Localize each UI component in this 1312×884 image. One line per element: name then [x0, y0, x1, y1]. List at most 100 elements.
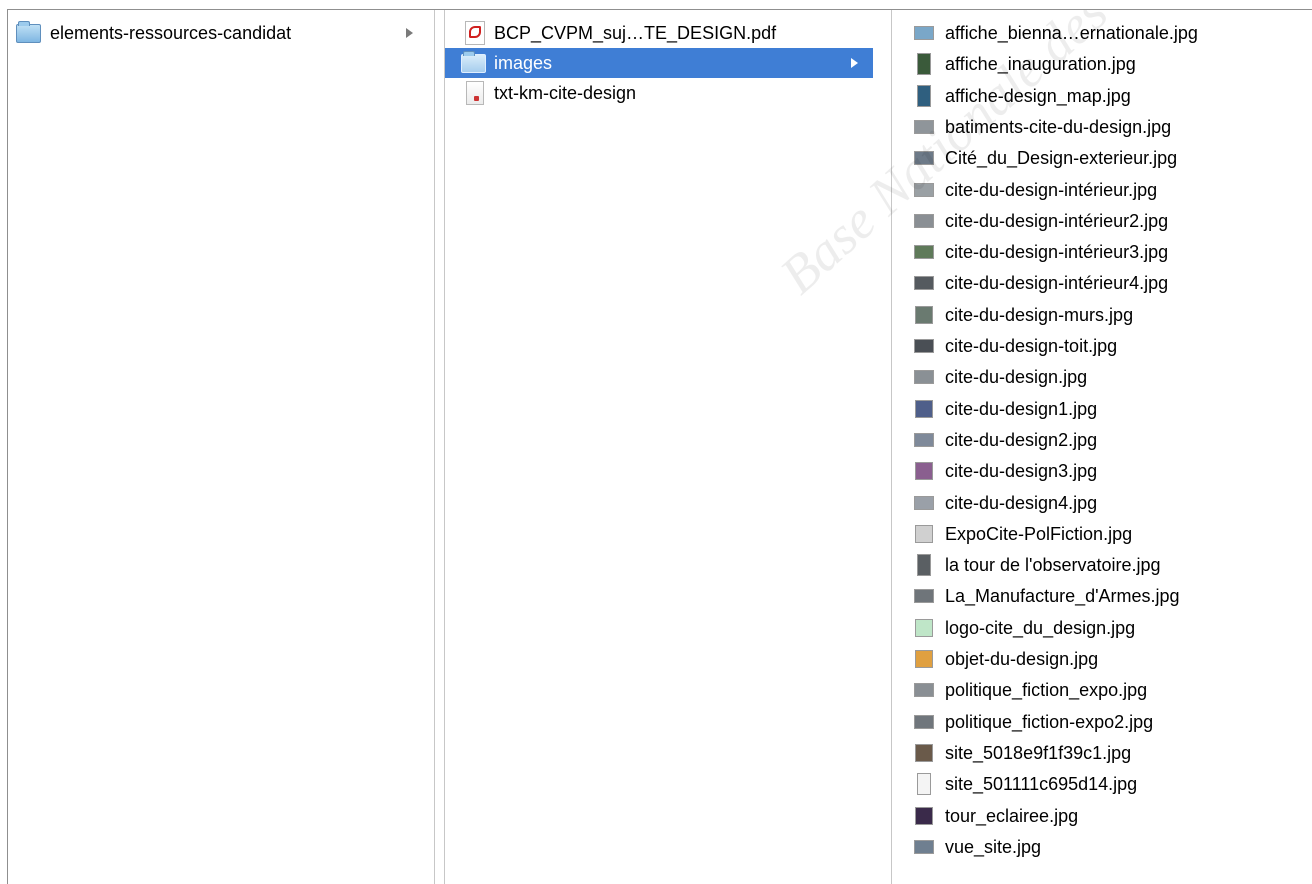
image-thumbnail-icon: [915, 305, 933, 324]
image-file-row[interactable]: affiche-design_map.jpg: [892, 81, 1312, 111]
image-thumbnail-icon: [915, 524, 933, 543]
file-row-pdf[interactable]: BCP_CVPM_suj…TE_DESIGN.pdf: [445, 18, 873, 48]
image-file-row[interactable]: politique_fiction_expo.jpg: [892, 675, 1312, 705]
row-label: cite-du-design-toit.jpg: [945, 336, 1118, 356]
row-label: BCP_CVPM_suj…TE_DESIGN.pdf: [494, 23, 777, 43]
row-label: vue_site.jpg: [945, 836, 1042, 857]
image-thumbnail-icon: [914, 839, 934, 854]
image-file-row[interactable]: site_501111c695d14.jpg: [892, 769, 1312, 799]
image-file-row[interactable]: politique_fiction-expo2.jpg: [892, 707, 1312, 737]
file-row-txt-km-cite-design[interactable]: txt-km-cite-design: [445, 78, 873, 108]
row-label: La_Manufacture_d'Armes.jpg: [945, 586, 1180, 607]
image-thumbnail-icon: [914, 182, 934, 197]
row-label: ExpoCite-PolFiction.jpg: [945, 523, 1133, 544]
image-file-row[interactable]: site_5018e9f1f39c1.jpg: [892, 738, 1312, 768]
row-label: objet-du-design.jpg: [945, 649, 1099, 669]
row-label: cite-du-design3.jpg: [945, 461, 1098, 482]
row-label: images: [494, 53, 553, 73]
column-3[interactable]: affiche_bienna…ernationale.jpg affiche_in…: [891, 10, 1312, 884]
pdf-file-icon: [465, 21, 485, 45]
image-thumbnail-icon: [914, 495, 934, 510]
column-1[interactable]: elements-ressources-candidat: [8, 10, 435, 884]
image-thumbnail-icon: [914, 714, 934, 729]
row-label: la tour de l'observatoire.jpg: [945, 555, 1161, 576]
image-thumbnail-icon: [915, 650, 933, 668]
image-file-row[interactable]: vue_site.jpg: [892, 832, 1312, 862]
row-label: cite-du-design-intérieur3.jpg: [945, 242, 1169, 263]
row-label: cite-du-design2.jpg: [945, 429, 1098, 450]
image-thumbnail-icon: [914, 213, 934, 228]
column-divider[interactable]: [435, 10, 444, 884]
image-thumbnail-icon: [914, 276, 934, 291]
row-label: cite-du-design-intérieur2.jpg: [945, 210, 1169, 231]
row-label: affiche_inauguration.jpg: [945, 54, 1136, 75]
image-file-row[interactable]: cite-du-design-intérieur4.jpg: [892, 268, 1312, 298]
image-thumbnail-icon: [914, 432, 934, 447]
image-thumbnail-icon: [917, 554, 931, 577]
folder-icon: [16, 21, 41, 43]
image-file-row[interactable]: ExpoCite-PolFiction.jpg: [892, 519, 1312, 549]
row-label: tour_eclairee.jpg: [945, 805, 1079, 826]
image-thumbnail-icon: [915, 618, 933, 637]
image-file-row[interactable]: cite-du-design1.jpg: [892, 394, 1312, 424]
row-label: cite-du-design.jpg: [945, 367, 1088, 388]
text-document-icon: [466, 81, 484, 105]
folder-row-elements-ressources-candidat[interactable]: elements-ressources-candidat: [8, 18, 434, 48]
folder-icon: [461, 51, 486, 73]
image-file-row[interactable]: tour_eclairee.jpg: [892, 801, 1312, 831]
image-thumbnail-icon: [914, 119, 934, 134]
row-label: politique_fiction-expo2.jpg: [945, 711, 1154, 732]
image-thumbnail-icon: [915, 743, 933, 762]
row-label: cite-du-design-intérieur4.jpg: [945, 273, 1169, 294]
image-file-row[interactable]: cite-du-design-intérieur.jpg: [892, 175, 1312, 205]
image-file-row[interactable]: affiche_bienna…ernationale.jpg: [892, 18, 1312, 48]
image-file-row[interactable]: cite-du-design2.jpg: [892, 425, 1312, 455]
image-thumbnail-icon: [914, 151, 934, 166]
image-thumbnail-icon: [914, 370, 934, 385]
image-thumbnail-icon: [914, 339, 934, 353]
image-file-row[interactable]: objet-du-design.jpg: [892, 644, 1312, 674]
image-file-row[interactable]: cite-du-design3.jpg: [892, 456, 1312, 486]
window-top-strip: [0, 0, 1312, 8]
row-label: cite-du-design-intérieur.jpg: [945, 179, 1158, 200]
row-label: site_5018e9f1f39c1.jpg: [945, 742, 1132, 763]
image-thumbnail-icon: [915, 462, 933, 481]
image-file-row[interactable]: batiments-cite-du-design.jpg: [892, 112, 1312, 142]
row-label: affiche-design_map.jpg: [945, 85, 1131, 106]
image-thumbnail-icon: [915, 806, 933, 825]
image-thumbnail-icon: [914, 683, 934, 698]
image-thumbnail-icon: [917, 84, 931, 107]
image-file-row[interactable]: cite-du-design-intérieur2.jpg: [892, 206, 1312, 236]
image-file-row[interactable]: cite-du-design.jpg: [892, 362, 1312, 392]
row-label: elements-ressources-candidat: [50, 23, 292, 43]
image-file-row[interactable]: logo-cite_du_design.jpg: [892, 613, 1312, 643]
image-thumbnail-icon: [914, 26, 934, 40]
disclosure-arrow-icon: [406, 28, 413, 38]
row-label: txt-km-cite-design: [494, 83, 637, 103]
row-label: site_501111c695d14.jpg: [945, 774, 1138, 795]
image-file-row[interactable]: affiche_inauguration.jpg: [892, 49, 1312, 79]
row-label: politique_fiction_expo.jpg: [945, 680, 1148, 701]
folder-row-images[interactable]: images: [445, 48, 873, 78]
column-2[interactable]: BCP_CVPM_suj…TE_DESIGN.pdf images txt-km…: [444, 10, 874, 884]
column-browser: elements-ressources-candidat BCP_CVPM_su…: [7, 9, 1312, 884]
image-thumbnail-icon: [917, 773, 931, 796]
image-file-row[interactable]: cite-du-design-intérieur3.jpg: [892, 237, 1312, 267]
row-label: cite-du-design4.jpg: [945, 492, 1098, 513]
column-divider[interactable]: [873, 10, 891, 884]
image-thumbnail-icon: [915, 399, 933, 418]
row-label: affiche_bienna…ernationale.jpg: [945, 23, 1198, 43]
disclosure-arrow-icon: [851, 58, 858, 68]
image-thumbnail-icon: [914, 589, 934, 604]
row-label: cite-du-design1.jpg: [945, 398, 1098, 419]
row-label: logo-cite_du_design.jpg: [945, 617, 1136, 638]
row-label: batiments-cite-du-design.jpg: [945, 116, 1172, 137]
image-file-row[interactable]: la tour de l'observatoire.jpg: [892, 550, 1312, 580]
image-file-row[interactable]: cite-du-design4.jpg: [892, 488, 1312, 518]
image-file-row[interactable]: cite-du-design-murs.jpg: [892, 300, 1312, 330]
image-file-row[interactable]: La_Manufacture_d'Armes.jpg: [892, 581, 1312, 611]
row-label: Cité_du_Design-exterieur.jpg: [945, 148, 1178, 169]
image-file-row[interactable]: Cité_du_Design-exterieur.jpg: [892, 143, 1312, 173]
image-file-row[interactable]: cite-du-design-toit.jpg: [892, 331, 1312, 361]
image-thumbnail-icon: [917, 53, 931, 76]
